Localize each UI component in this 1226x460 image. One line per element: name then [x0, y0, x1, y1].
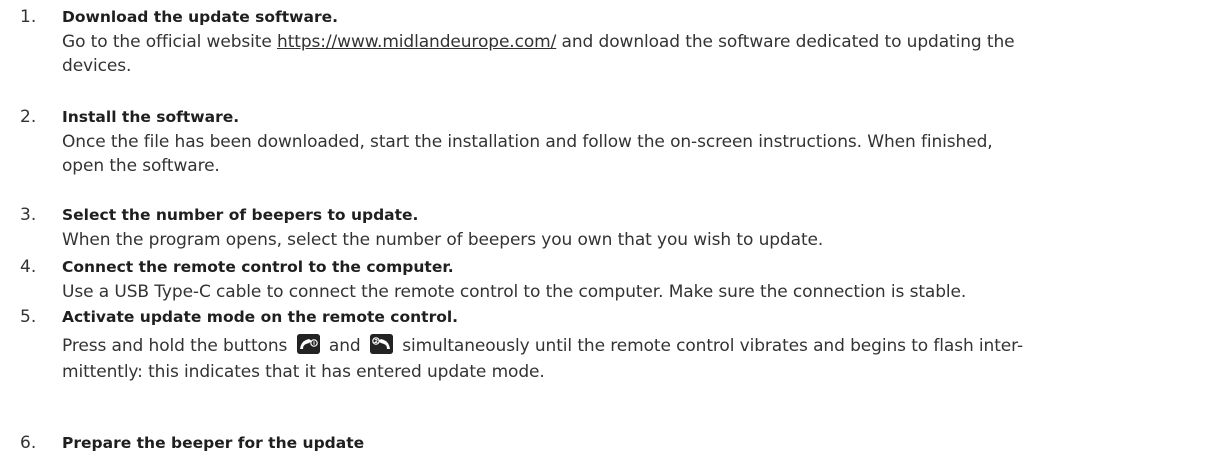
step-description-continued: mittently: this indicates that it has en… — [62, 362, 545, 382]
step-title: Activate update mode on the remote contr… — [62, 308, 459, 326]
step-number: 1. — [20, 7, 37, 27]
step-number: 3. — [20, 205, 37, 225]
step-description: Use a USB Type-C cable to connect the re… — [62, 282, 967, 302]
step-number: 4. — [20, 257, 37, 277]
step-number: 2. — [20, 107, 37, 127]
step-description: Press and hold the buttons and simultane… — [62, 334, 1226, 358]
step-title: Select the number of beepers to update. — [62, 206, 419, 224]
step-number: 6. — [20, 433, 37, 453]
step-6: 6. Prepare the beeper for the update — [0, 430, 1226, 456]
desc-text: and — [328, 336, 361, 356]
step-description: When the program opens, select the numbe… — [62, 230, 824, 250]
step-description: Go to the official website https://www.m… — [62, 30, 1226, 54]
step-description-continued: open the software. — [62, 156, 220, 176]
step-2: 2. Install the software. Once the file h… — [0, 104, 1226, 178]
remote-button-2-icon — [369, 334, 393, 354]
website-link[interactable]: https://www.midlandeurope.com/ — [277, 32, 556, 52]
step-3: 3. Select the number of beepers to updat… — [0, 202, 1226, 252]
desc-text: Press and hold the buttons — [62, 336, 288, 356]
desc-text: and download the software dedicated to u… — [556, 32, 1015, 52]
step-4: 4. Connect the remote control to the com… — [0, 254, 1226, 304]
desc-text: simultaneously until the remote control … — [402, 336, 1023, 356]
instruction-document: 1. Download the update software. Go to t… — [0, 0, 1226, 460]
step-number: 5. — [20, 307, 37, 327]
step-title: Connect the remote control to the comput… — [62, 258, 454, 276]
step-title: Install the software. — [62, 108, 240, 126]
step-title: Prepare the beeper for the update — [62, 434, 365, 452]
step-description: Once the file has been downloaded, start… — [62, 132, 993, 152]
remote-button-1-icon — [296, 334, 320, 354]
step-5: 5. Activate update mode on the remote co… — [0, 304, 1226, 384]
step-1: 1. Download the update software. Go to t… — [0, 4, 1226, 78]
step-title: Download the update software. — [62, 8, 338, 26]
step-description-continued: devices. — [62, 56, 132, 76]
desc-text: Go to the official website — [62, 32, 278, 52]
